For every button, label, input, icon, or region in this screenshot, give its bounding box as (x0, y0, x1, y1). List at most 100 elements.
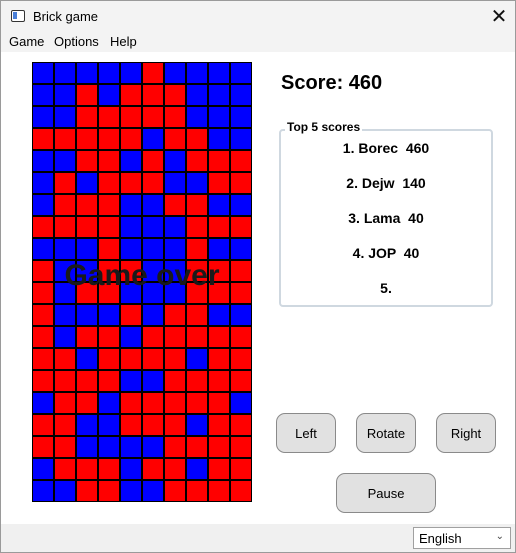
board-cell (54, 106, 76, 128)
board-cell (98, 216, 120, 238)
right-button[interactable]: Right (436, 413, 496, 453)
board-cell (120, 260, 142, 282)
board-cell (186, 348, 208, 370)
board-cell (186, 370, 208, 392)
board-cell (76, 392, 98, 414)
board-cell (54, 348, 76, 370)
board-cell (76, 414, 98, 436)
board-cell (164, 436, 186, 458)
board-cell (54, 84, 76, 106)
board-cell (98, 436, 120, 458)
rotate-button[interactable]: Rotate (356, 413, 416, 453)
menu-options[interactable]: Options (54, 34, 99, 49)
top-score-item: 4. JOP 40 (352, 245, 420, 261)
board-cell (32, 62, 54, 84)
board-cell (208, 216, 230, 238)
board-cell (32, 172, 54, 194)
board-cell (186, 62, 208, 84)
board-cell (98, 128, 120, 150)
board-cell (230, 282, 252, 304)
board-cell (120, 128, 142, 150)
board-cell (120, 326, 142, 348)
board-cell (230, 172, 252, 194)
board-cell (120, 150, 142, 172)
board-cell (208, 260, 230, 282)
close-icon[interactable]: ✕ (483, 1, 515, 32)
board-cell (142, 62, 164, 84)
board-cell (186, 106, 208, 128)
board-cell (186, 458, 208, 480)
board-cell (164, 84, 186, 106)
language-select-value: English (419, 531, 462, 546)
board-cell (76, 458, 98, 480)
board-cell (142, 260, 164, 282)
left-button[interactable]: Left (276, 413, 336, 453)
board-cell (32, 414, 54, 436)
board-cell (230, 84, 252, 106)
board-cell (208, 62, 230, 84)
board-cell (230, 260, 252, 282)
board-cell (98, 370, 120, 392)
pause-button[interactable]: Pause (336, 473, 436, 513)
board-cell (230, 194, 252, 216)
board-cell (98, 150, 120, 172)
board-cell (208, 194, 230, 216)
board-cell (120, 436, 142, 458)
menu-game[interactable]: Game (9, 34, 44, 49)
board-cell (186, 392, 208, 414)
board-cell (164, 480, 186, 502)
main-content: Game over Score: 460 Top 5 scores 1. Bor… (1, 52, 515, 524)
board-cell (164, 150, 186, 172)
board-cell (98, 392, 120, 414)
score-label: Score: 460 (281, 72, 383, 94)
board-cell (142, 304, 164, 326)
board-cell (142, 282, 164, 304)
board-cell (120, 84, 142, 106)
board-cell (76, 216, 98, 238)
board-cell (54, 370, 76, 392)
board-cell (142, 216, 164, 238)
board-cell (142, 348, 164, 370)
board-cell (98, 238, 120, 260)
board-cell (186, 172, 208, 194)
board-cell (54, 414, 76, 436)
board-cell (120, 414, 142, 436)
board-cell (120, 348, 142, 370)
board-cell (142, 106, 164, 128)
board-cell (164, 282, 186, 304)
board-cell (54, 194, 76, 216)
board-cell (164, 370, 186, 392)
board-cell (186, 194, 208, 216)
status-bar: English ⌄ (1, 524, 515, 552)
board-cell (208, 348, 230, 370)
board-cell (164, 106, 186, 128)
board-cell (208, 128, 230, 150)
language-select[interactable]: English ⌄ (413, 527, 511, 549)
board-cell (164, 414, 186, 436)
board-cell (98, 62, 120, 84)
board-cell (164, 194, 186, 216)
board-cell (230, 458, 252, 480)
board-cell (54, 128, 76, 150)
board-cell (76, 304, 98, 326)
board-cell (230, 392, 252, 414)
board-cell (142, 326, 164, 348)
board-cell (120, 238, 142, 260)
board-cell (32, 216, 54, 238)
board-cell (208, 150, 230, 172)
board-cell (208, 172, 230, 194)
board-cell (186, 150, 208, 172)
board-cell (54, 304, 76, 326)
board-cell (98, 84, 120, 106)
board-cell (120, 480, 142, 502)
board-cell (208, 238, 230, 260)
menu-help[interactable]: Help (110, 34, 137, 49)
board-cell (230, 106, 252, 128)
board-cell (32, 348, 54, 370)
board-cell (186, 84, 208, 106)
board-cell (208, 392, 230, 414)
board-cell (230, 216, 252, 238)
board-cell (32, 260, 54, 282)
board-cell (186, 128, 208, 150)
board-cell (76, 128, 98, 150)
